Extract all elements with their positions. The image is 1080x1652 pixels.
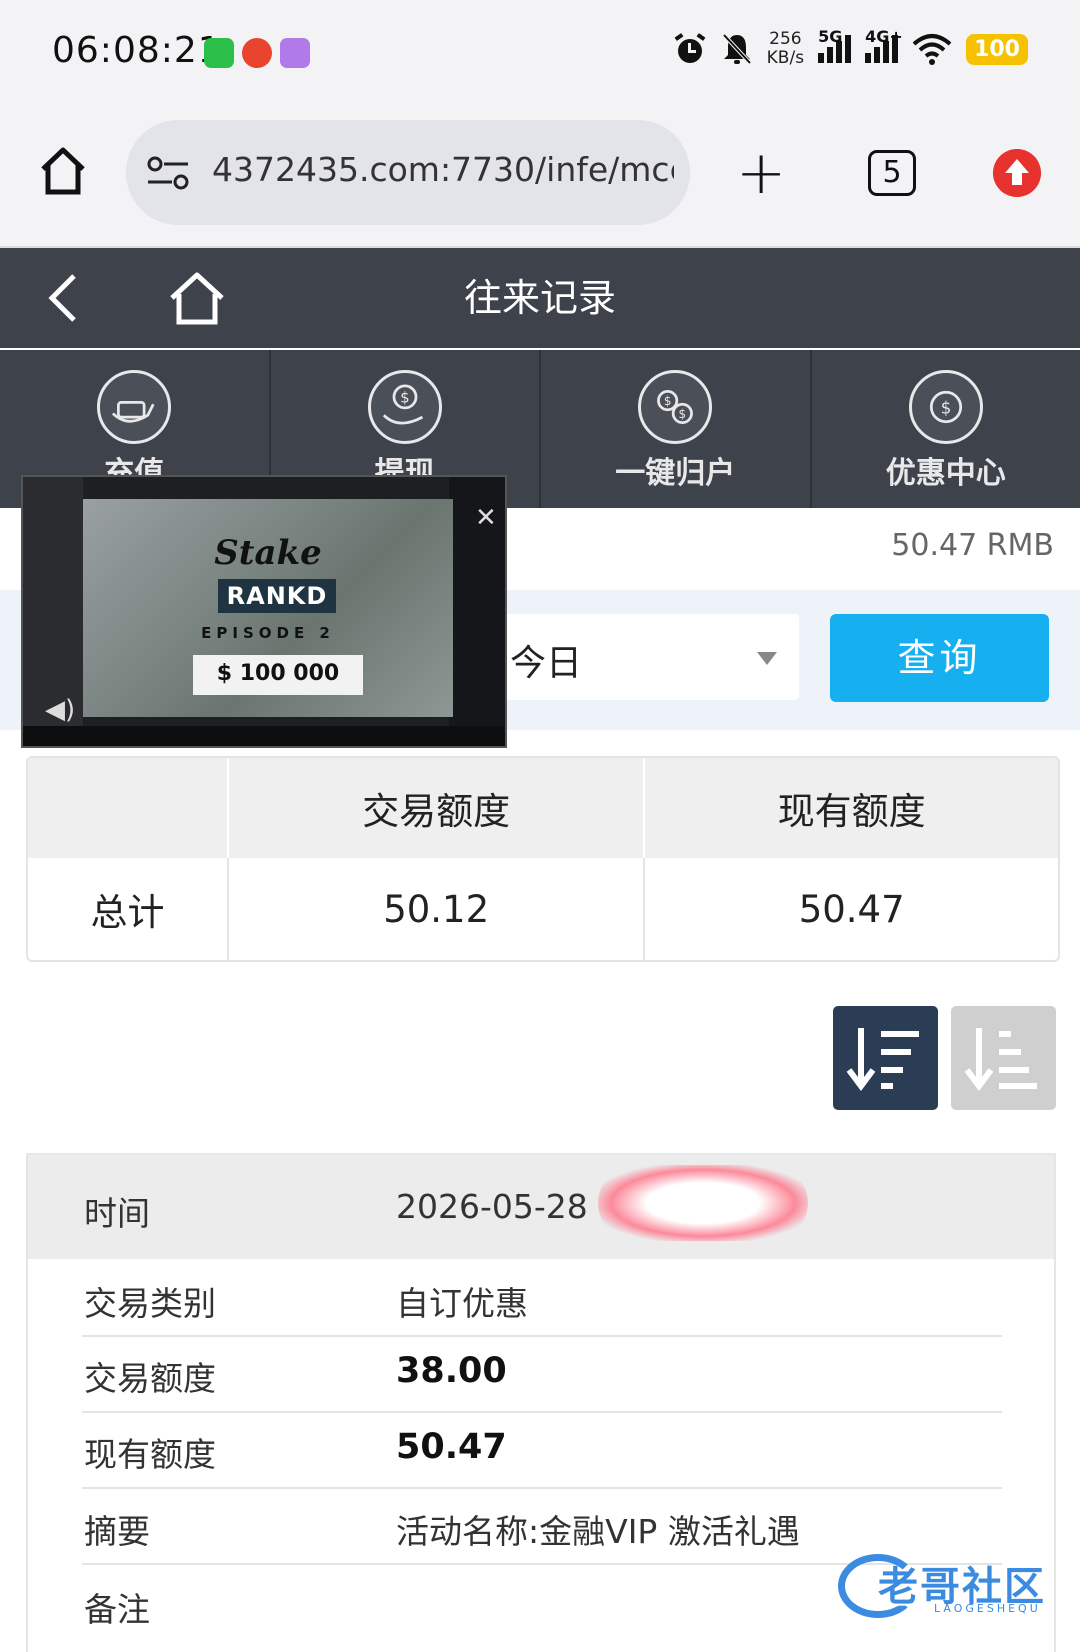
pip-prize-box: $ 100 000 [193, 655, 363, 695]
redaction-smudge [598, 1165, 808, 1241]
new-tab-plus-icon[interactable]: + [736, 143, 786, 203]
record-time-label: 时间 [84, 1194, 150, 1233]
red-app-icon [242, 38, 272, 68]
watermark-logo: 老哥社区 LAOGESHEQU [838, 1548, 1066, 1624]
record-summary-label: 摘要 [84, 1512, 150, 1551]
sort-descending-button[interactable] [833, 1006, 938, 1110]
pip-prize: $ 100 000 [216, 661, 340, 686]
divider [82, 1335, 1002, 1337]
record-type-label: 交易类别 [84, 1284, 216, 1323]
purple-app-icon [280, 38, 310, 68]
pip-video-player[interactable]: Stake RANKD EPISODE 2 $ 100 000 ✕ ◀) [21, 475, 507, 748]
withdraw-hand-icon: $ [367, 370, 442, 444]
svg-text:$: $ [679, 407, 687, 421]
url-text[interactable]: 4372435.com:7730/infe/mcent [212, 150, 674, 189]
pip-video-frame: Stake RANKD EPISODE 2 $ 100 000 [83, 499, 453, 717]
record-balance-label: 现有额度 [84, 1435, 216, 1474]
summary-total-label: 总计 [28, 858, 229, 960]
pip-episode: EPISODE 2 [201, 624, 335, 642]
summary-current-balance: 50.47 [798, 887, 905, 931]
browser-home-icon[interactable] [38, 145, 88, 197]
record-time-value: 2026-05-28 [396, 1187, 588, 1226]
divider [82, 1411, 1002, 1413]
dropdown-caret-icon [757, 652, 777, 665]
summary-header-row: 交易额度 现有额度 [28, 758, 1058, 858]
promo-coin-icon: $ [908, 370, 983, 444]
exchange-icon: $$ [638, 370, 713, 444]
signal-5g: 5G [818, 27, 852, 68]
app-header: 往来记录 [0, 248, 1080, 348]
record-amount-label: 交易额度 [84, 1359, 216, 1398]
divider [82, 1487, 1002, 1489]
query-button[interactable]: 查询 [830, 614, 1049, 702]
date-range-select[interactable]: 今日 [492, 614, 799, 700]
record-amount-value: 38.00 [396, 1351, 507, 1391]
status-time: 06:08:21 [52, 30, 222, 71]
summary-header-cell [28, 758, 229, 858]
battery-indicator: 100 [966, 33, 1028, 65]
summary-header-cell: 交易额度 [228, 758, 646, 858]
pip-brand: Stake [214, 533, 322, 573]
svg-text:$: $ [400, 389, 409, 406]
summary-table: 交易额度 现有额度 总计 50.12 50.47 [26, 756, 1060, 962]
browser-toolbar: 4372435.com:7730/infe/mcent + 5 [0, 105, 1080, 248]
record-header: 时间 2026-05-28 [28, 1155, 1054, 1259]
one-click-transfer-button[interactable]: $ $ 一键归户 [541, 350, 812, 508]
promo-center-button[interactable]: $ 优惠中心 [812, 350, 1080, 508]
bell-muted-icon [722, 33, 752, 65]
alarm-icon [674, 33, 706, 63]
pip-logo: RANKD [218, 579, 336, 613]
sort-ascending-icon [964, 1028, 1037, 1091]
sort-descending-icon [846, 1028, 919, 1091]
deposit-hand-icon [97, 370, 172, 444]
table-row: 总计 50.12 50.47 [28, 858, 1058, 960]
tab-switcher-button[interactable]: 5 [868, 150, 916, 196]
record-balance-value: 50.47 [396, 1427, 507, 1467]
net-speed: 256 KB/s [766, 29, 805, 68]
record-summary-value: 活动名称:金融VIP 激活礼遇 [396, 1512, 800, 1551]
back-chevron-icon[interactable] [44, 270, 84, 326]
pip-close-icon[interactable]: ✕ [475, 503, 497, 533]
svg-text:$: $ [664, 394, 672, 408]
svg-text:$: $ [940, 398, 951, 417]
page-title: 往来记录 [463, 276, 616, 320]
summary-transaction-amount: 50.12 [228, 858, 646, 960]
wallet-balance: 50.47 RMB [891, 528, 1054, 563]
wifi-icon [912, 34, 952, 65]
watermark-subtext: LAOGESHEQU [934, 1602, 1041, 1615]
site-settings-icon[interactable] [146, 154, 190, 192]
summary-header-cell: 现有额度 [644, 758, 1058, 858]
notification-icons [204, 38, 310, 68]
pip-volume-icon[interactable]: ◀) [45, 695, 75, 725]
address-bar[interactable]: 4372435.com:7730/infe/mcent [126, 120, 690, 225]
record-type-value: 自订优惠 [396, 1284, 528, 1323]
signal-4g: 4G+ [865, 27, 903, 68]
green-app-icon [204, 38, 234, 68]
date-range-value: 今日 [510, 643, 583, 684]
update-arrow-icon[interactable] [993, 149, 1041, 197]
record-note-label: 备注 [84, 1590, 150, 1629]
sort-ascending-button[interactable] [951, 1006, 1056, 1110]
pip-controls-bar [23, 726, 505, 746]
status-bar: 06:08:21 256 KB/s 5G 4G+ 100 [0, 0, 1080, 105]
app-home-icon[interactable] [168, 270, 226, 328]
